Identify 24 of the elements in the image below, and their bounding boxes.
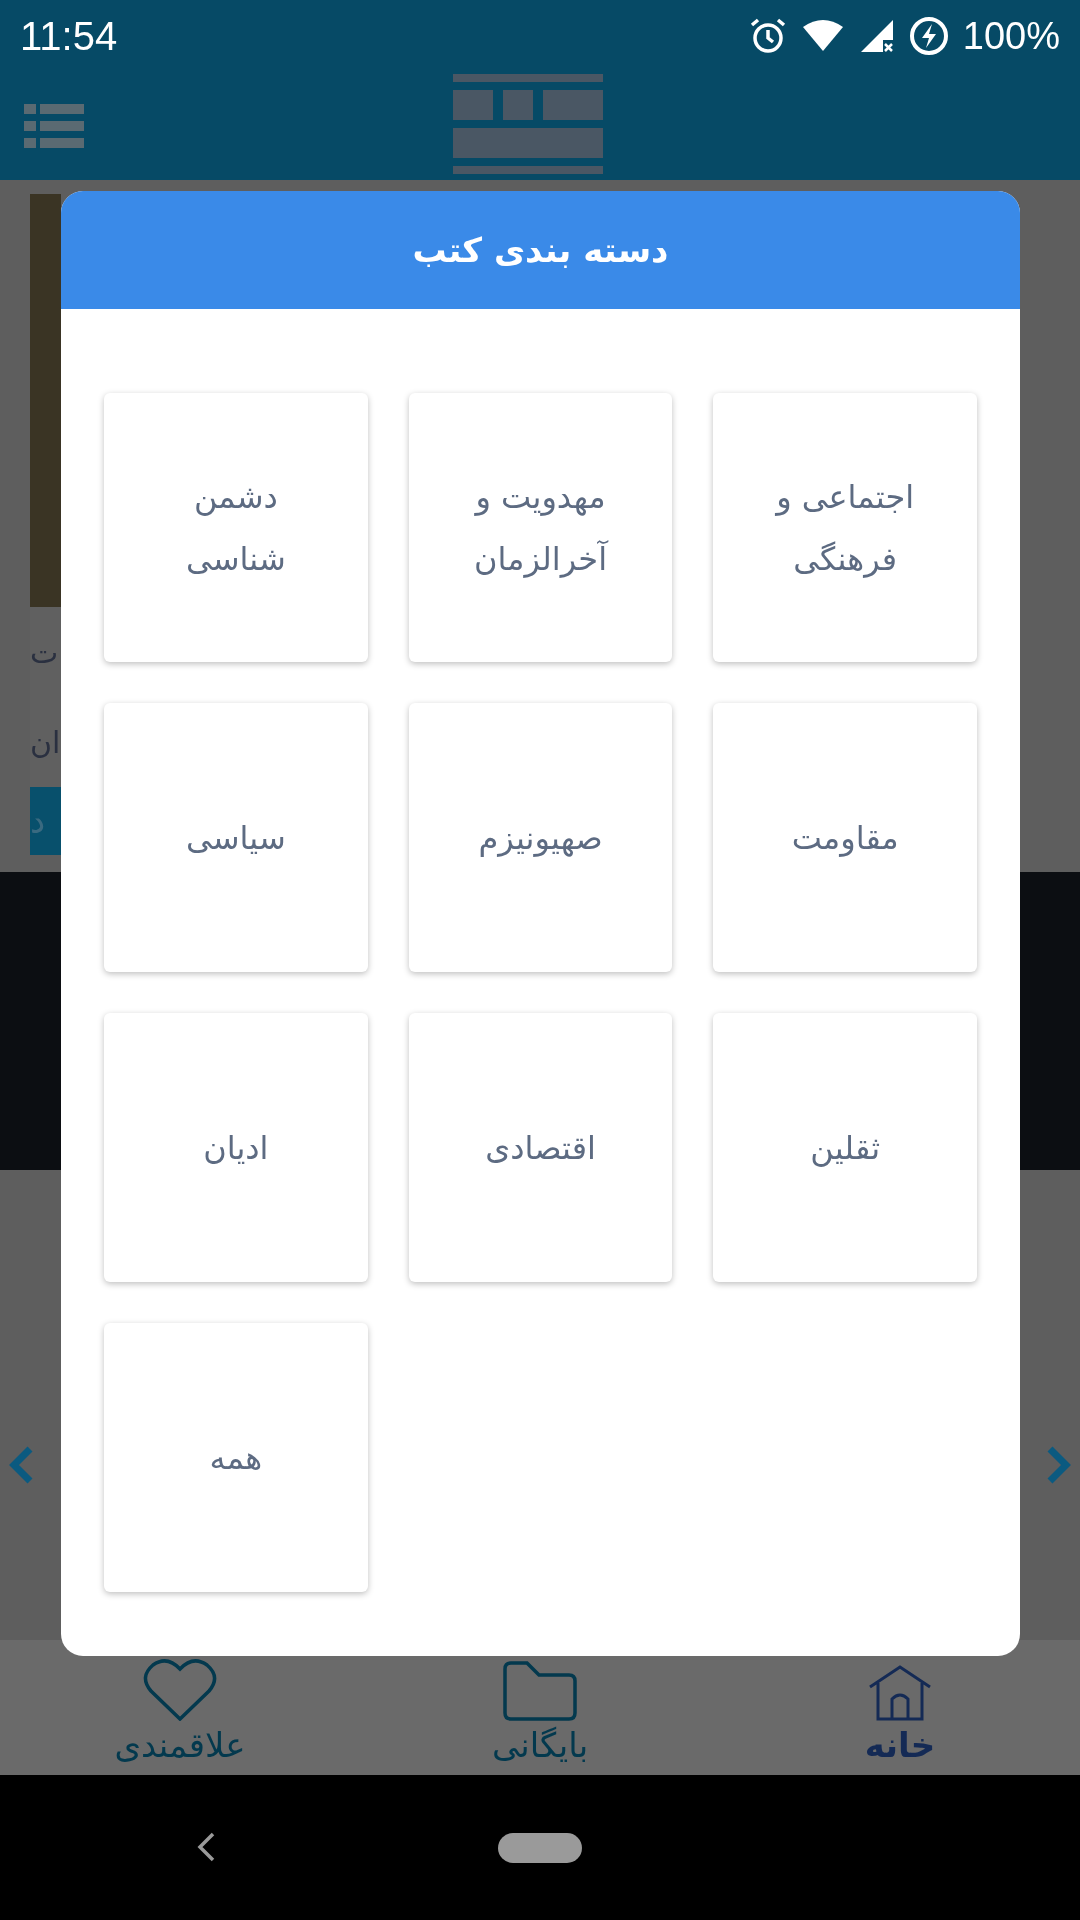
category-card[interactable]: اقتصادی [408,1013,673,1282]
heart-icon [143,1657,217,1721]
menu-icon[interactable] [24,102,84,150]
category-card[interactable]: سیاسی [104,703,368,972]
home-icon [868,1665,932,1721]
back-icon[interactable] [196,1831,216,1863]
category-card[interactable]: مهدویت و آخرالزمان [408,393,673,662]
wifi-icon [800,19,845,53]
category-card[interactable]: ادیان [104,1013,368,1282]
home-pill[interactable] [498,1832,582,1863]
dialog-title: دسته بندی کتب [412,228,669,272]
battery-charging-icon [908,16,949,56]
status-time: 11:54 [20,13,118,60]
alarm-icon [748,17,787,55]
category-card[interactable]: اجتماعی و فرهنگی [713,393,977,662]
battery-percentage: 100% [962,13,1060,59]
category-card[interactable]: دشمن شناسی [104,393,368,662]
chevron-right-icon[interactable] [1046,1445,1072,1485]
category-card[interactable]: ثقلین [713,1013,977,1282]
folder-icon [503,1661,577,1721]
chevron-left-icon[interactable] [8,1445,34,1485]
category-card[interactable]: مقاومت [713,703,977,972]
category-card[interactable]: همه [104,1323,368,1592]
category-card[interactable]: صهیونیزم [408,703,673,972]
